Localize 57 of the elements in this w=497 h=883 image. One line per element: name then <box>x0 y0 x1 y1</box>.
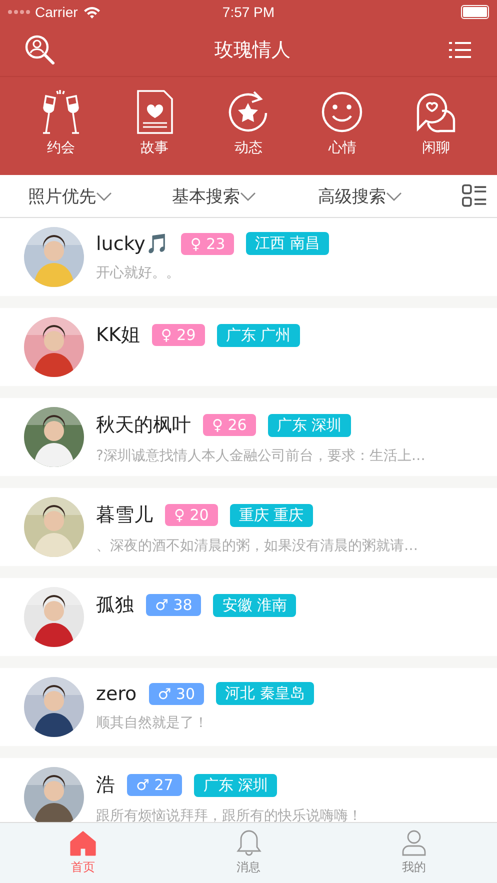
search-icon[interactable] <box>24 34 56 66</box>
category-button[interactable]: 动态 <box>213 89 284 157</box>
filter-dropdown[interactable]: 高级搜索 <box>318 184 402 208</box>
chevron-down-icon <box>240 192 256 200</box>
location-badge: 重庆 重庆 <box>230 504 313 526</box>
user-row[interactable]: 暮雪儿 ♀ 20 重庆 重庆 、深夜的酒不如清晨的粥，如果没有清晨的粥就请… <box>0 488 497 566</box>
chevron-down-icon <box>96 192 112 200</box>
gender-age-badge: ♀ 20 <box>165 504 218 526</box>
user-name: 孤独 <box>96 593 134 618</box>
location-badge: 江西 南昌 <box>246 232 329 255</box>
chevron-down-icon <box>386 192 402 200</box>
user-name: 暮雪儿 <box>96 503 153 528</box>
user-row[interactable]: 孤独 ♂ 38 安徽 淮南 <box>0 578 497 656</box>
location-badge: 河北 秦皇岛 <box>216 682 314 705</box>
user-row[interactable]: KK姐 ♀ 29 广东 广州 <box>0 308 497 386</box>
gender-age-badge: ♀ 23 <box>181 232 234 254</box>
location-badge: 广东 广州 <box>216 324 300 346</box>
user-name: 浩 <box>96 773 115 798</box>
user-bio: 开心就好。。 <box>96 264 181 282</box>
user-name: KK姐 <box>96 323 140 348</box>
filter-dropdown[interactable]: 基本搜索 <box>172 184 256 208</box>
signal-icon <box>8 10 30 14</box>
gender-age-badge: ♂ 27 <box>127 774 182 796</box>
menu-icon[interactable] <box>449 41 471 59</box>
gender-age-badge: ♀ 26 <box>203 414 256 436</box>
user-name: 秋天的枫叶 <box>96 413 191 438</box>
carrier-label: Carrier <box>35 4 78 20</box>
user-row[interactable]: 秋天的枫叶 ♀ 26 广东 深圳 ?深圳诚意找情人本人金融公司前台，要求：生活上… <box>0 398 497 476</box>
user-name: lucky🎵 <box>96 232 170 255</box>
app-title: 玫瑰情人 <box>214 38 290 63</box>
category-button[interactable]: 故事 <box>120 89 190 157</box>
location-badge: 安徽 淮南 <box>213 594 296 616</box>
user-name: zero <box>96 682 137 704</box>
user-bio: 、深夜的酒不如清晨的粥，如果没有清晨的粥就请… <box>96 537 418 555</box>
person-icon <box>400 830 428 856</box>
status-time: 7:57 PM <box>222 4 275 20</box>
location-badge: 广东 深圳 <box>268 414 351 436</box>
filter-dropdown[interactable]: 照片优先 <box>28 184 112 208</box>
user-bio: 顺其自然就是了！ <box>96 714 209 732</box>
home-icon <box>68 830 97 856</box>
wifi-icon <box>82 6 101 18</box>
battery-icon <box>461 5 489 19</box>
location-badge: 广东 深圳 <box>194 774 278 796</box>
gender-age-badge: ♂ 30 <box>148 682 204 704</box>
category-button[interactable]: 心情 <box>307 89 378 157</box>
category-button[interactable]: 约会 <box>26 89 96 157</box>
user-row[interactable]: zero ♂ 30 河北 秦皇岛 顺其自然就是了！ <box>0 668 497 746</box>
category-button[interactable]: 闲聊 <box>401 89 472 157</box>
user-bio: 跟所有烦恼说拜拜，跟所有的快乐说嗨嗨！ <box>96 807 362 822</box>
smiley-icon <box>320 89 364 135</box>
user-bio: ?深圳诚意找情人本人金融公司前台，要求：生活上… <box>96 447 426 465</box>
user-row[interactable]: 浩 ♂ 27 广东 深圳 跟所有烦恼说拜拜，跟所有的快乐说嗨嗨！ <box>0 758 497 822</box>
user-row[interactable]: lucky🎵 ♀ 23 江西 南昌 开心就好。。 <box>0 218 497 296</box>
bell-icon <box>234 830 262 856</box>
layout-toggle-icon[interactable] <box>462 183 487 209</box>
gender-age-badge: ♂ 38 <box>146 594 202 616</box>
gender-age-badge: ♀ 29 <box>152 324 205 346</box>
